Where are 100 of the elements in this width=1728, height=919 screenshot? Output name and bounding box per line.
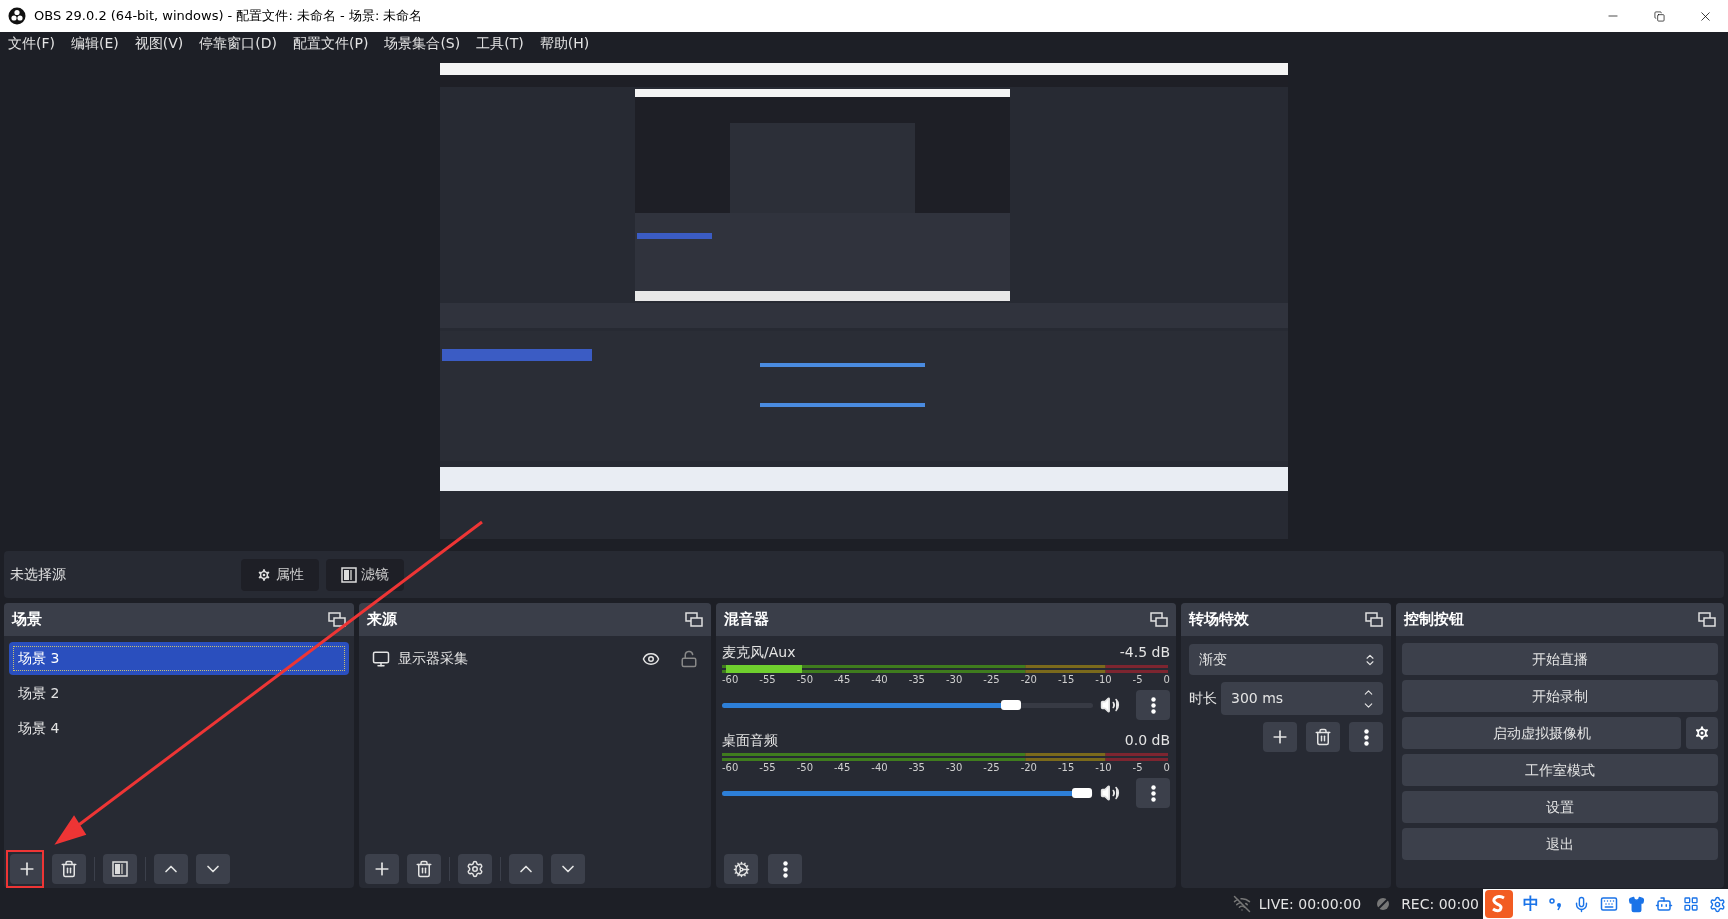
control-button[interactable]: 退出	[1402, 828, 1718, 860]
scale-label: -60	[722, 674, 739, 686]
channel-reading: -4.5 dB	[1119, 643, 1170, 662]
scale-label: -10	[1095, 762, 1112, 774]
menu-item[interactable]: 帮助(H)	[539, 32, 590, 54]
live-status: LIVE: 00:00:00	[1258, 894, 1362, 914]
move-up-button[interactable]	[154, 854, 188, 884]
scale-label: -45	[834, 762, 851, 774]
scale-label: -20	[1020, 674, 1037, 686]
menu-item[interactable]: 停靠窗口(D)	[199, 32, 277, 54]
dock-title: 来源	[367, 609, 397, 631]
context-label: 未选择源	[10, 565, 67, 584]
undock-icon[interactable]	[328, 611, 346, 628]
slider-thumb[interactable]	[1072, 788, 1092, 798]
control-button[interactable]: 开始录制	[1402, 680, 1718, 712]
add-button[interactable]	[365, 854, 399, 884]
transition-menu-button[interactable]	[1349, 722, 1383, 752]
remove-button[interactable]	[1306, 722, 1340, 752]
add-button[interactable]	[10, 854, 44, 884]
scale-label: -25	[983, 762, 1000, 774]
transition-select[interactable]: 渐变	[1189, 644, 1383, 675]
menu-item[interactable]: 视图(V)	[134, 32, 184, 54]
menu-item[interactable]: 文件(F)	[8, 32, 55, 54]
scale-label: -55	[759, 762, 776, 774]
menu-item[interactable]: 编辑(E)	[71, 32, 119, 54]
gears-icon	[732, 860, 750, 878]
scene-item[interactable]: 场景 3	[9, 642, 349, 675]
ime-logo-icon[interactable]	[1485, 890, 1513, 918]
move-up-button[interactable]	[509, 854, 543, 884]
shirt-icon[interactable]	[1628, 895, 1645, 913]
keyboard-icon[interactable]	[1600, 895, 1618, 913]
grid-icon[interactable]	[1683, 896, 1699, 912]
menu-item[interactable]: 配置文件(P)	[293, 32, 369, 54]
scene-item[interactable]: 场景 4	[9, 712, 349, 745]
undock-icon[interactable]	[1150, 611, 1168, 628]
dock-title: 转场特效	[1189, 609, 1249, 631]
dock-title: 混音器	[724, 609, 769, 631]
scale-label: 0	[1163, 674, 1170, 686]
duration-field[interactable]: 300 ms	[1221, 682, 1383, 715]
scale-label: -55	[759, 674, 776, 686]
scale-label: -35	[908, 762, 925, 774]
scene-item[interactable]: 场景 2	[9, 677, 349, 710]
kebab-icon	[782, 860, 788, 878]
speaker-icon[interactable]	[1100, 695, 1121, 715]
scale-label: -40	[871, 762, 888, 774]
kebab-icon	[1150, 784, 1156, 802]
scale-label: -50	[796, 762, 813, 774]
channel-menu-button[interactable]	[1136, 778, 1170, 808]
ime-mode[interactable]: 中	[1523, 892, 1539, 916]
control-button[interactable]: 工作室模式	[1402, 754, 1718, 786]
scale-label: 0	[1163, 762, 1170, 774]
app-logo-icon	[8, 7, 26, 25]
move-down-button[interactable]	[196, 854, 230, 884]
trash-icon	[60, 860, 78, 878]
speaker-icon[interactable]	[1100, 783, 1121, 803]
virtual-camera-settings-button[interactable]	[1686, 717, 1718, 749]
slider-thumb[interactable]	[1001, 700, 1022, 710]
volume-slider[interactable]	[722, 699, 1094, 711]
channel-menu-button[interactable]	[1136, 690, 1170, 720]
menu-item[interactable]: 场景集合(S)	[384, 32, 461, 54]
robot-icon[interactable]	[1655, 895, 1673, 913]
punctuation-icon[interactable]	[1549, 897, 1563, 911]
rec-status: REC: 00:00	[1401, 894, 1479, 914]
stream-status-icon	[1232, 895, 1251, 913]
context-button[interactable]: 滤镜	[326, 558, 404, 591]
scale-label: -15	[1057, 762, 1075, 774]
microphone-icon[interactable]	[1573, 895, 1590, 913]
channel-reading: 0.0 dB	[1124, 731, 1170, 750]
channel-name: 桌面音频	[722, 731, 778, 750]
kebab-icon	[1363, 728, 1369, 746]
channel-name: 麦克风/Aux	[722, 643, 796, 662]
settings-icon[interactable]	[1709, 895, 1726, 913]
remove-button[interactable]	[52, 854, 86, 884]
source-item[interactable]: 显示器采集	[364, 642, 706, 675]
unlock-icon[interactable]	[680, 649, 698, 668]
control-button[interactable]: 设置	[1402, 791, 1718, 823]
scale-label: -30	[945, 762, 963, 774]
mixer-menu-button[interactable]	[768, 854, 802, 884]
filters-button[interactable]	[103, 854, 137, 884]
menu-item[interactable]: 工具(T)	[476, 32, 524, 54]
control-button[interactable]: 启动虚拟摄像机	[1402, 717, 1681, 749]
properties-button[interactable]	[458, 854, 492, 884]
trash-icon	[415, 860, 433, 878]
audio-settings-button[interactable]	[724, 854, 758, 884]
context-button[interactable]: 属性	[241, 558, 319, 591]
volume-slider[interactable]	[722, 787, 1094, 799]
filter-icon	[341, 566, 357, 583]
monitor-icon	[372, 649, 390, 668]
undock-icon[interactable]	[685, 611, 703, 628]
add-button[interactable]	[1263, 722, 1297, 752]
undock-icon[interactable]	[1365, 611, 1383, 628]
control-button[interactable]: 开始直播	[1402, 643, 1718, 675]
undock-icon[interactable]	[1698, 611, 1716, 628]
gear-icon	[1693, 724, 1711, 742]
scale-label: -5	[1132, 762, 1143, 774]
filter-icon	[112, 861, 128, 877]
source-label: 显示器采集	[398, 649, 468, 668]
move-down-button[interactable]	[551, 854, 585, 884]
scale-label: -15	[1057, 674, 1075, 686]
remove-button[interactable]	[407, 854, 441, 884]
